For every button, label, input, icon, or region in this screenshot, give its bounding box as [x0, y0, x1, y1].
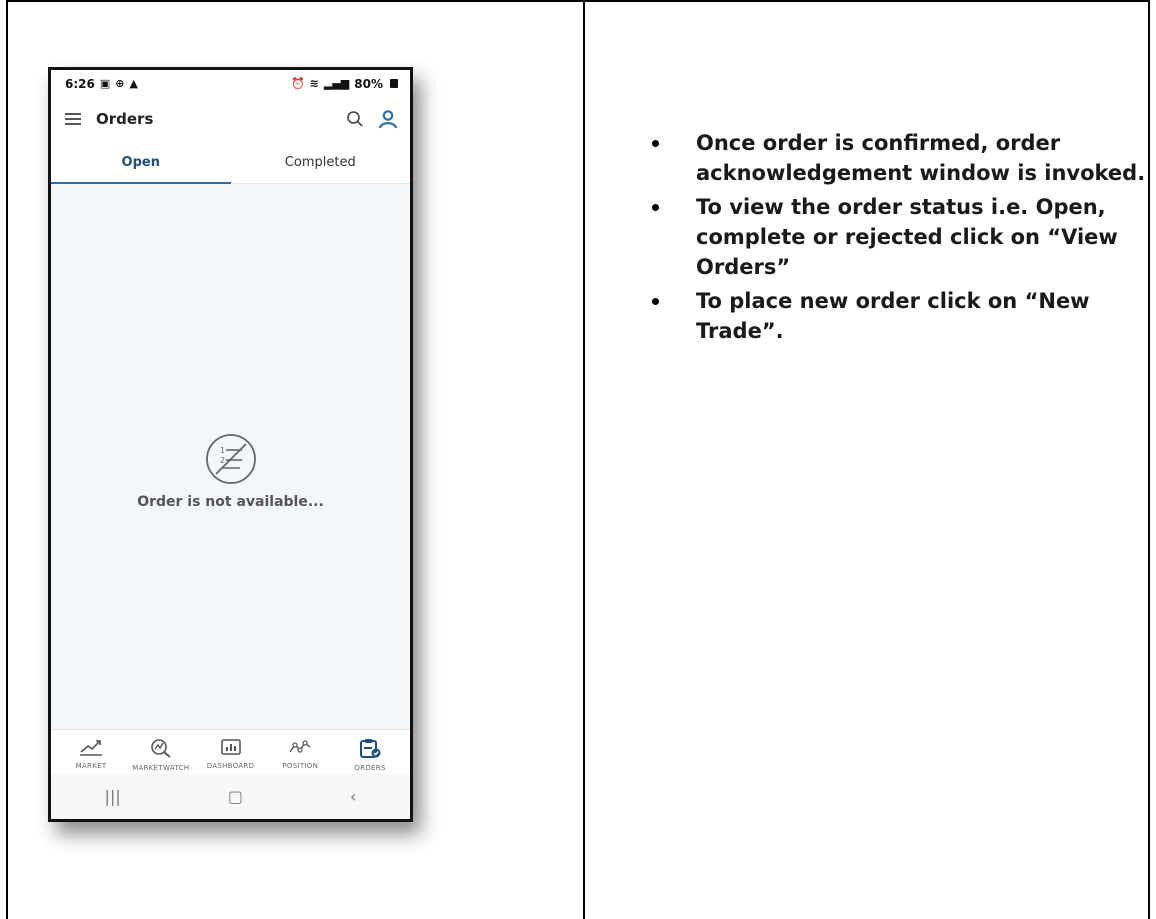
order-tabs: Open Completed — [51, 141, 410, 184]
battery-icon — [390, 79, 398, 88]
note-text: Once order is confirmed, order acknowled… — [696, 131, 1146, 185]
lock-icon: ⊕ — [115, 77, 125, 90]
image-icon: ▣ — [99, 77, 111, 90]
status-bar: 6:26 ▣ ⊕ ▲ ⏰ ≋ ▂▄▆ 80% — [51, 70, 410, 97]
watch-search-icon — [150, 739, 171, 758]
nav-dashboard[interactable]: DASHBOARD — [197, 730, 265, 774]
nav-position-label: POSITION — [282, 762, 319, 770]
profile-icon[interactable] — [378, 109, 398, 129]
column-divider — [583, 0, 585, 919]
nav-market[interactable]: MARKET — [57, 730, 125, 774]
battery-level: 80% — [354, 76, 383, 91]
nav-marketwatch-label: MARKETWATCH — [132, 764, 190, 772]
bottom-navigation: MARKET MARKETWATCH DASHBOARD POSITION OR… — [51, 729, 410, 774]
nav-dashboard-label: DASHBOARD — [206, 762, 255, 770]
orders-icon — [360, 739, 381, 758]
no-orders-icon: 1 2 — [205, 434, 256, 484]
warning-icon: ▲ — [129, 77, 138, 90]
nav-market-label: MARKET — [75, 762, 107, 770]
list-item: To view the order status i.e. Open, comp… — [648, 192, 1148, 282]
status-time: 6:26 — [65, 76, 95, 91]
bullet — [652, 204, 659, 211]
list-item: Once order is confirmed, order acknowled… — [648, 128, 1148, 188]
nav-orders-label: ORDERS — [354, 764, 386, 772]
note-text: To place new order click on “New Trade”. — [696, 289, 1090, 343]
page-title: Orders — [96, 110, 154, 128]
bullet — [652, 298, 659, 305]
alarm-icon: ⏰ — [290, 77, 305, 90]
search-icon[interactable] — [346, 110, 364, 128]
svg-text:2: 2 — [220, 456, 225, 465]
empty-state: 1 2 Order is not available... — [51, 430, 410, 510]
empty-message: Order is not available... — [137, 494, 324, 510]
instruction-list: Once order is confirmed, order acknowled… — [648, 128, 1148, 350]
nav-marketwatch[interactable]: MARKETWATCH — [127, 730, 195, 774]
home-button[interactable]: ▢ — [228, 787, 243, 806]
app-bar: Orders — [51, 97, 410, 141]
nav-position[interactable]: POSITION — [266, 730, 334, 774]
dashboard-icon — [220, 739, 241, 755]
svg-text:1: 1 — [220, 446, 225, 455]
tab-completed[interactable]: Completed — [231, 141, 411, 183]
recents-button[interactable]: ||| — [105, 787, 121, 806]
phone-screenshot: 6:26 ▣ ⊕ ▲ ⏰ ≋ ▂▄▆ 80% Orders Open Compl… — [48, 67, 413, 822]
tab-open[interactable]: Open — [51, 141, 231, 184]
position-icon — [289, 740, 311, 753]
wifi-icon: ≋ — [309, 77, 319, 90]
note-text: To view the order status i.e. Open, comp… — [696, 195, 1118, 279]
nav-orders[interactable]: ORDERS — [336, 730, 404, 774]
signal-icon: ▂▄▆ — [323, 77, 350, 90]
system-navigation: ||| ▢ ‹ — [51, 774, 410, 819]
chart-line-icon — [80, 740, 102, 756]
list-item: To place new order click on “New Trade”. — [648, 286, 1148, 346]
bullet — [652, 140, 659, 147]
back-button[interactable]: ‹ — [350, 787, 356, 806]
menu-icon[interactable] — [65, 113, 81, 125]
